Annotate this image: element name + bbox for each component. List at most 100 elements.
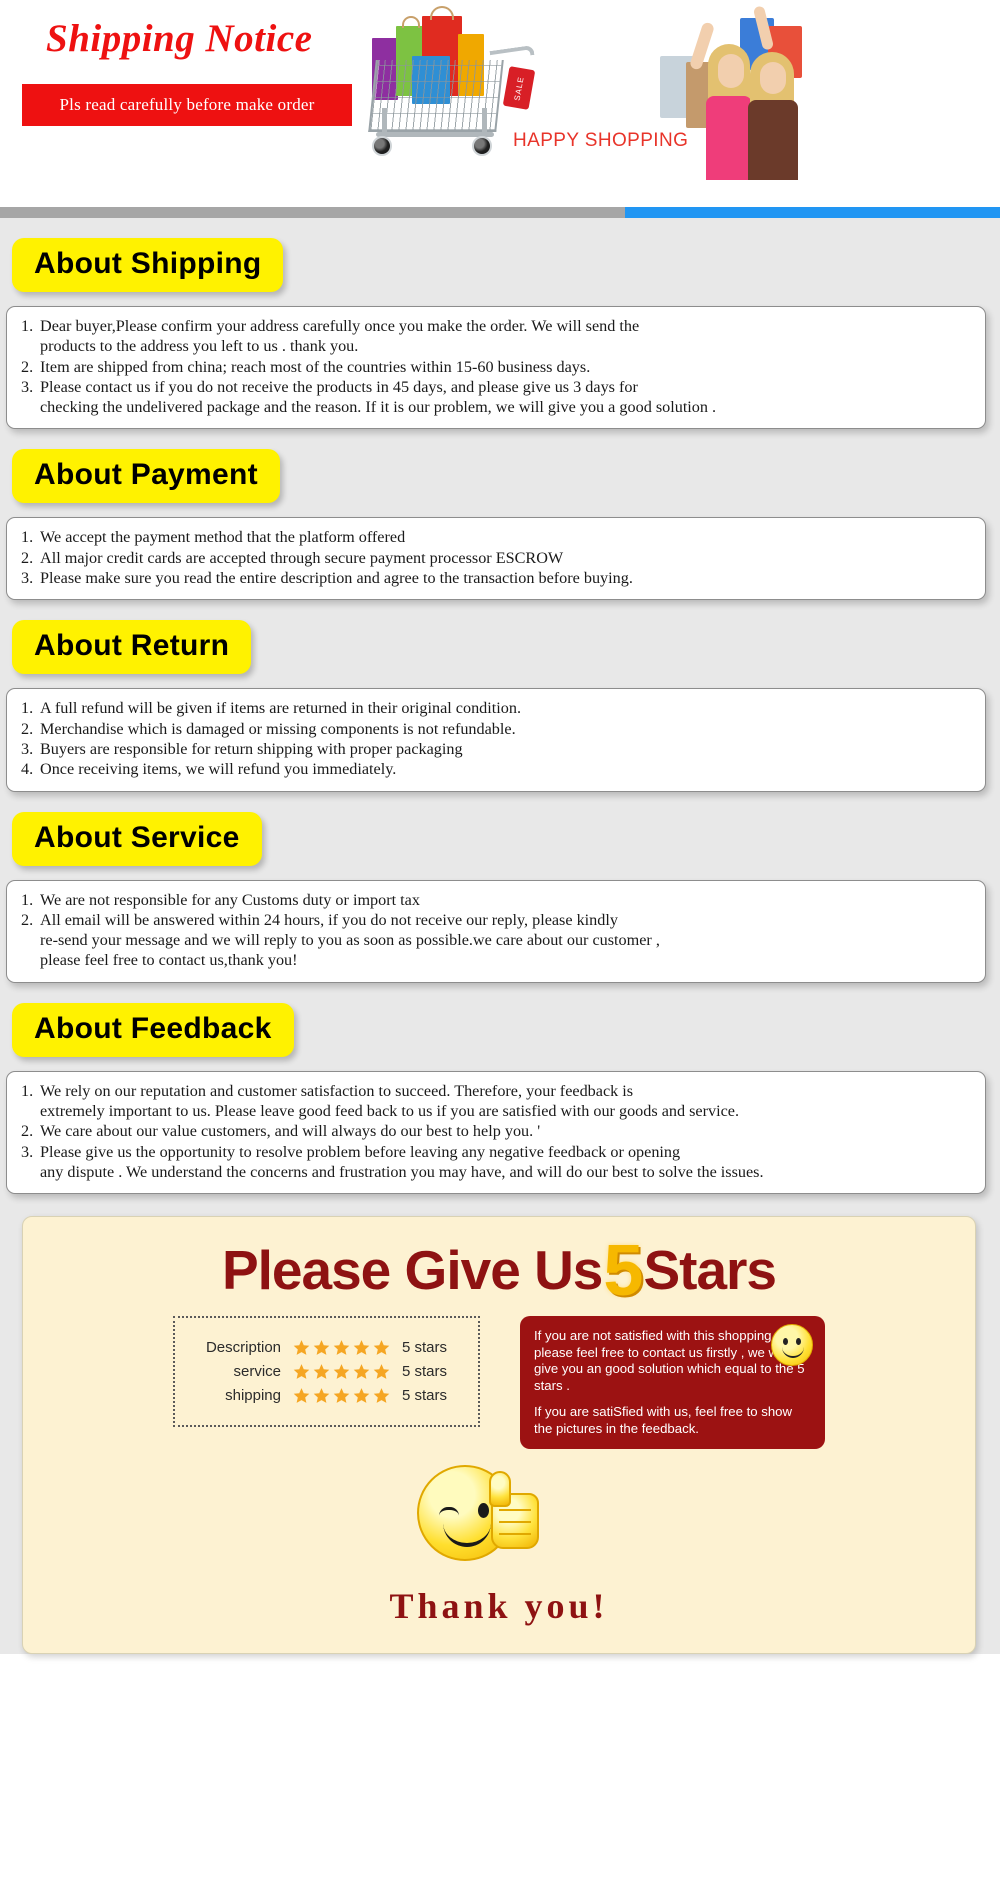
list-item-number: 1. (21, 699, 34, 718)
notice-paragraph-1: If you are not satisfied with this shopp… (534, 1328, 805, 1393)
rating-value: 5 stars (402, 1363, 448, 1381)
list-item-number: 2. (21, 357, 34, 376)
section-badge-label: About Service (34, 820, 240, 854)
rating-value: 5 stars (402, 1387, 448, 1405)
header-divider (0, 207, 1000, 218)
section-badge: About Return (12, 620, 252, 675)
satisfaction-notice-box: If you are not satisfied with this shopp… (520, 1316, 825, 1450)
section-card: 1. We accept the payment method that the … (6, 517, 986, 601)
section-badge: About Feedback (12, 1002, 294, 1057)
section-about-shipping: About Shipping 1. Dear buyer,Please confir… (0, 218, 1000, 430)
list-item: 1. Dear buyer,Please confirm your address… (19, 316, 973, 357)
happy-shopping-label: HAPPY SHOPPING (513, 130, 689, 151)
list-item-number: 2. (21, 1122, 34, 1141)
list-item: 3. Please give us the opportunity to reso… (19, 1142, 973, 1183)
sale-tag: SALE (502, 66, 536, 110)
list-item-text: Please give us the opportunity to resolv… (40, 1142, 764, 1181)
list-item: 3. Please make sure you read the entire d… (19, 568, 973, 588)
list-item-number: 4. (21, 760, 34, 779)
five-star-title-after: Stars (643, 1239, 777, 1302)
list-item-number: 1. (21, 1081, 34, 1100)
section-card: 1. We rely on our reputation and customer… (6, 1070, 986, 1195)
section-about-service: About Service 1. We are not responsible fo… (0, 792, 1000, 983)
list-item-number: 3. (21, 739, 34, 758)
list-item-text: A full refund will be given if items are… (40, 699, 522, 718)
list-item-text: Merchandise which is damaged or missing … (40, 719, 516, 738)
rating-value: 5 stars (402, 1339, 448, 1357)
section-badge: About Service (12, 811, 262, 866)
page-title: Shipping Notice (46, 17, 313, 60)
thumbs-up-icon (485, 1469, 547, 1553)
five-star-digit: 5 (603, 1231, 643, 1312)
list-item-text: Please make sure you read the entire des… (40, 569, 633, 588)
list-item: 2. Item are shipped from china; reach mos… (19, 357, 973, 377)
list-item: 2. All major credit cards are accepted th… (19, 548, 973, 568)
five-star-panel: Please Give Us5Stars Description 5 stars s… (22, 1216, 976, 1655)
list-item-text: Please contact us if you do not receive … (40, 377, 717, 417)
list-item: 4. Once receiving items, we will refund y… (19, 759, 973, 779)
section-about-feedback: About Feedback 1. We rely on our reputatio… (0, 983, 1000, 1195)
divider-gray-segment (0, 207, 625, 218)
rating-label: service (233, 1363, 281, 1381)
section-badge-label: About Shipping (34, 247, 262, 280)
list-item: 2. We care about our value customers, and… (19, 1121, 973, 1141)
shipping-notice-page: Shipping Notice Pls read carefully befor… (0, 0, 1000, 1655)
rating-label: shipping (225, 1387, 281, 1405)
list-item-number: 3. (21, 569, 34, 588)
section-badge-label: About Payment (34, 458, 258, 492)
list-item: 2. Merchandise which is damaged or missin… (19, 719, 973, 739)
list-item: 2. All email will be answered within 24 h… (19, 910, 973, 971)
ratings-box: Description 5 stars service 5 stars shipping… (173, 1316, 480, 1428)
happy-shoppers-illustration (600, 0, 840, 180)
list-item: 1. We accept the payment method that the … (19, 527, 973, 547)
notice-paragraph-2: If you are satiSfied with us, feel free … (534, 1404, 793, 1436)
list-item-text: We are not responsible for any Customs d… (40, 890, 420, 909)
sections-container: About Shipping 1. Dear buyer,Please confir… (0, 218, 1000, 1195)
rating-row: service 5 stars (189, 1363, 460, 1380)
list-item-number: 2. (21, 548, 34, 567)
section-card: 1. We are not responsible for any Customs… (6, 879, 986, 983)
page-header: Shipping Notice Pls read carefully befor… (0, 0, 1000, 207)
list-item-number: 3. (21, 1142, 34, 1161)
list-item-number: 2. (21, 719, 34, 738)
list-item: 3. Buyers are responsible for return ship… (19, 739, 973, 759)
thank-you-text: Thank you! (389, 1586, 609, 1627)
list-item-text: We accept the payment method that the pl… (40, 528, 406, 547)
list-item-text: Dear buyer,Please confirm your address c… (40, 317, 640, 356)
list-item: 1. We are not responsible for any Customs… (19, 890, 973, 910)
section-badge: About Shipping (12, 238, 284, 292)
section-card: 1. Dear buyer,Please confirm your address… (6, 306, 986, 430)
list-item-number: 1. (21, 528, 34, 547)
star-rating-icons (293, 1387, 390, 1404)
five-star-title: Please Give Us5Stars (23, 1235, 975, 1307)
list-item: 1. We rely on our reputation and customer… (19, 1081, 973, 1122)
thumbs-up-smiley-illustration (399, 1461, 599, 1579)
star-rating-icons (293, 1363, 390, 1380)
sale-tag-label: SALE (512, 75, 526, 101)
rating-row: shipping 5 stars (189, 1387, 460, 1404)
list-item-text: Item are shipped from china; reach most … (40, 357, 591, 376)
section-badge: About Payment (12, 449, 280, 504)
five-star-title-before: Please Give Us (221, 1239, 603, 1302)
rating-row: Description 5 stars (189, 1339, 460, 1356)
list-item-text: All major credit cards are accepted thro… (40, 548, 564, 567)
section-card: 1. A full refund will be given if items a… (6, 688, 986, 792)
list-item-text: Once receiving items, we will refund you… (40, 760, 397, 779)
list-item-number: 1. (21, 890, 34, 909)
smiley-face-icon (771, 1324, 813, 1367)
section-about-return: About Return 1. A full refund will be give… (0, 600, 1000, 792)
list-item-text: We care about our value customers, and w… (40, 1122, 541, 1141)
list-item-number: 1. (21, 317, 34, 335)
rating-label: Description (205, 1339, 281, 1357)
star-rating-icons (293, 1339, 390, 1356)
divider-blue-segment (625, 207, 1000, 218)
list-item-number: 3. (21, 377, 34, 396)
list-item-text: All email will be answered within 24 hou… (40, 910, 660, 970)
list-item: 3. Please contact us if you do not receiv… (19, 377, 973, 418)
list-item-text: We rely on our reputation and customer s… (40, 1081, 740, 1121)
read-carefully-banner-label: Pls read carefully before make order (59, 95, 315, 114)
list-item-text: Buyers are responsible for return shippi… (40, 739, 463, 758)
section-badge-label: About Feedback (34, 1011, 272, 1045)
section-about-payment: About Payment 1. We accept the payment met… (0, 429, 1000, 601)
list-item-number: 2. (21, 910, 34, 929)
